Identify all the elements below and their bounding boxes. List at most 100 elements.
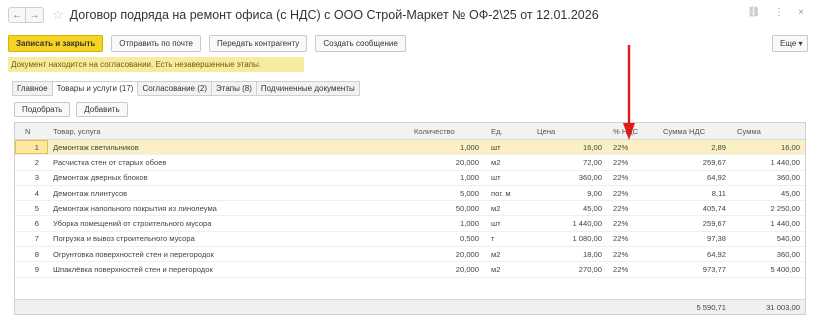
price-cell[interactable]: 1 440,00 (535, 216, 607, 230)
amount-cell[interactable]: 5 400,00 (735, 262, 805, 276)
send-email-button[interactable]: Отправить по почте (111, 35, 201, 52)
row-number-cell[interactable]: 4 (15, 186, 45, 200)
pick-items-button[interactable]: Подобрать (14, 102, 71, 117)
column-header-unit[interactable]: Ед. (487, 123, 533, 139)
amount-cell[interactable]: 1 440,00 (735, 216, 805, 230)
price-cell[interactable]: 9,00 (535, 186, 607, 200)
column-header-quantity[interactable]: Количество (412, 123, 484, 139)
item-name-cell[interactable]: Демонтаж светильников (49, 140, 409, 154)
vat-amount-cell[interactable]: 8,11 (661, 186, 731, 200)
quantity-cell[interactable]: 1,000 (412, 216, 484, 230)
forward-button[interactable]: → (26, 7, 44, 23)
vat-rate-cell[interactable]: 22% (609, 216, 659, 230)
amount-cell[interactable]: 360,00 (735, 171, 805, 185)
table-row[interactable]: 1 Демонтаж светильников 1,000 шт 16,00 22% 2,8… (15, 140, 805, 156)
table-row[interactable]: 7 Погрузка и вывоз строительного мусора 0,… (15, 232, 805, 248)
unit-cell[interactable]: т (487, 232, 533, 246)
column-header-item[interactable]: Товар, услуга (49, 123, 409, 139)
unit-cell[interactable]: пог. м (487, 186, 533, 200)
amount-cell[interactable]: 1 440,00 (735, 155, 805, 169)
table-row[interactable]: 6 Уборка помещений от строительного мусор… (15, 216, 805, 232)
table-row[interactable]: 4 Демонтаж плинтусов 5,000 пог. м 9,00 22% 8,1… (15, 186, 805, 202)
item-name-cell[interactable]: Демонтаж напольного покрытия из линолеум… (49, 201, 409, 215)
vat-rate-cell[interactable]: 22% (609, 140, 659, 154)
tab-stages[interactable]: Этапы (8) (212, 81, 257, 96)
add-row-button[interactable]: Добавить (76, 102, 128, 117)
row-number-cell[interactable]: 8 (15, 247, 45, 261)
row-number-cell[interactable]: 5 (15, 201, 45, 215)
more-button[interactable]: Еще ▾ (772, 35, 808, 52)
price-cell[interactable]: 18,00 (535, 247, 607, 261)
unit-cell[interactable]: м2 (487, 262, 533, 276)
tab-goods-services[interactable]: Товары и услуги (17) (52, 81, 139, 96)
vat-rate-cell[interactable]: 22% (609, 232, 659, 246)
amount-cell[interactable]: 2 250,00 (735, 201, 805, 215)
quantity-cell[interactable]: 5,000 (412, 186, 484, 200)
unit-cell[interactable]: шт (487, 171, 533, 185)
quantity-cell[interactable]: 0,500 (412, 232, 484, 246)
vat-amount-cell[interactable]: 405,74 (661, 201, 731, 215)
quantity-cell[interactable]: 20,000 (412, 247, 484, 261)
vat-amount-cell[interactable]: 97,38 (661, 232, 731, 246)
row-number-cell[interactable]: 7 (15, 232, 45, 246)
item-name-cell[interactable]: Погрузка и вывоз строительного мусора (49, 232, 409, 246)
back-button[interactable]: ← (8, 7, 26, 23)
vat-amount-cell[interactable]: 64,92 (661, 247, 731, 261)
column-header-price[interactable]: Цена (535, 123, 607, 139)
quantity-cell[interactable]: 1,000 (412, 171, 484, 185)
vat-amount-cell[interactable]: 2,89 (661, 140, 731, 154)
row-number-cell[interactable]: 9 (15, 262, 45, 276)
unit-cell[interactable]: м2 (487, 247, 533, 261)
quantity-cell[interactable]: 20,000 (412, 262, 484, 276)
vat-rate-cell[interactable]: 22% (609, 201, 659, 215)
vat-rate-cell[interactable]: 22% (609, 155, 659, 169)
amount-cell[interactable]: 16,00 (735, 140, 805, 154)
vat-amount-cell[interactable]: 259,67 (661, 216, 731, 230)
item-name-cell[interactable]: Расчистка стен от старых обоев (49, 155, 409, 169)
unit-cell[interactable]: шт (487, 140, 533, 154)
column-header-amount[interactable]: Сумма (735, 123, 805, 139)
price-cell[interactable]: 1 080,00 (535, 232, 607, 246)
quantity-cell[interactable]: 1,000 (412, 140, 484, 154)
unit-cell[interactable]: шт (487, 216, 533, 230)
amount-cell[interactable]: 360,00 (735, 247, 805, 261)
quantity-cell[interactable]: 20,000 (412, 155, 484, 169)
price-cell[interactable]: 16,00 (535, 140, 607, 154)
link-icon[interactable]: ⛓ (747, 7, 760, 18)
tab-approval[interactable]: Согласование (2) (138, 81, 213, 96)
vat-rate-cell[interactable]: 22% (609, 186, 659, 200)
item-name-cell[interactable]: Уборка помещений от строительного мусора (49, 216, 409, 230)
vat-amount-cell[interactable]: 64,92 (661, 171, 731, 185)
column-header-n[interactable]: N (15, 123, 45, 139)
table-row[interactable]: 5 Демонтаж напольного покрытия из линолеу… (15, 201, 805, 217)
save-and-close-button[interactable]: Записать и закрыть (8, 35, 104, 52)
tab-main[interactable]: Главное (12, 81, 53, 96)
price-cell[interactable]: 72,00 (535, 155, 607, 169)
create-message-button[interactable]: Создать сообщение (315, 35, 406, 52)
close-icon[interactable]: × (798, 7, 804, 18)
tab-subordinate-documents[interactable]: Подчиненные документы (256, 81, 360, 96)
table-row[interactable]: 3 Демонтаж дверных блоков 1,000 шт 360,00 22%… (15, 171, 805, 186)
unit-cell[interactable]: м2 (487, 155, 533, 169)
item-name-cell[interactable]: Демонтаж плинтусов (49, 186, 409, 200)
table-row[interactable]: 9 Шпаклёвка поверхностей стен и перегород… (15, 262, 805, 278)
vat-rate-cell[interactable]: 22% (609, 171, 659, 185)
item-name-cell[interactable]: Огрунтовка поверхностей стен и перегород… (49, 247, 409, 261)
item-name-cell[interactable]: Демонтаж дверных блоков (49, 171, 409, 185)
amount-cell[interactable]: 45,00 (735, 186, 805, 200)
vat-rate-cell[interactable]: 22% (609, 262, 659, 276)
favorite-star-icon[interactable]: ☆ (52, 7, 64, 23)
row-number-cell[interactable]: 6 (15, 216, 45, 230)
vat-amount-cell[interactable]: 973,77 (661, 262, 731, 276)
row-number-cell[interactable]: 2 (15, 155, 45, 169)
row-number-cell[interactable]: 1 (15, 140, 45, 154)
row-number-cell[interactable]: 3 (15, 171, 45, 185)
vat-rate-cell[interactable]: 22% (609, 247, 659, 261)
amount-cell[interactable]: 540,00 (735, 232, 805, 246)
table-row[interactable]: 8 Огрунтовка поверхностей стен и перегоро… (15, 247, 805, 263)
send-to-counterparty-button[interactable]: Передать контрагенту (209, 35, 308, 52)
unit-cell[interactable]: м2 (487, 201, 533, 215)
vat-amount-cell[interactable]: 259,67 (661, 155, 731, 169)
price-cell[interactable]: 45,00 (535, 201, 607, 215)
item-name-cell[interactable]: Шпаклёвка поверхностей стен и перегородо… (49, 262, 409, 276)
